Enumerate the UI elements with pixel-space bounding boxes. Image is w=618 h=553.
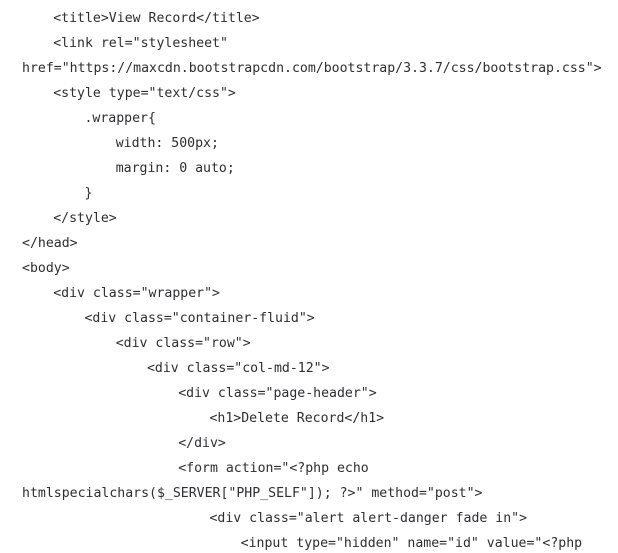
code-line: .wrapper{ (84, 111, 156, 126)
code-line: htmlspecialchars($_SERVER["PHP_SELF"]); … (22, 486, 483, 501)
code-line: <div class="row"> (115, 336, 251, 351)
code-line: <h1>Delete Record</h1> (209, 411, 385, 426)
code-line: <div class="col-md-12"> (146, 361, 330, 376)
code-line: <form action="<?php echo (178, 461, 369, 476)
code-line: <div class="wrapper"> (53, 286, 220, 301)
code-listing: <title>View Record</title> <link rel="sty… (0, 0, 618, 553)
code-line: </div> (178, 436, 226, 451)
code-line: <body> (22, 261, 70, 276)
code-line: <style type="text/css"> (53, 86, 236, 101)
code-line: <title>View Record</title> (53, 11, 260, 26)
code-line: margin: 0 auto; (115, 161, 235, 176)
code-line: } (84, 186, 93, 201)
code-line: href="https://maxcdn.bootstrapcdn.com/bo… (22, 61, 602, 76)
code-line: </style> (53, 211, 117, 226)
code-line: <div class="container-fluid"> (84, 311, 315, 326)
code-line: </head> (22, 236, 78, 251)
code-line: <div class="alert alert-danger fade in"> (209, 511, 528, 526)
code-line: <input type="hidden" name="id" value="<?… (240, 536, 583, 551)
code-line: <div class="page-header"> (178, 386, 377, 401)
code-line: width: 500px; (115, 136, 219, 151)
code-line: <link rel="stylesheet" (53, 36, 228, 51)
